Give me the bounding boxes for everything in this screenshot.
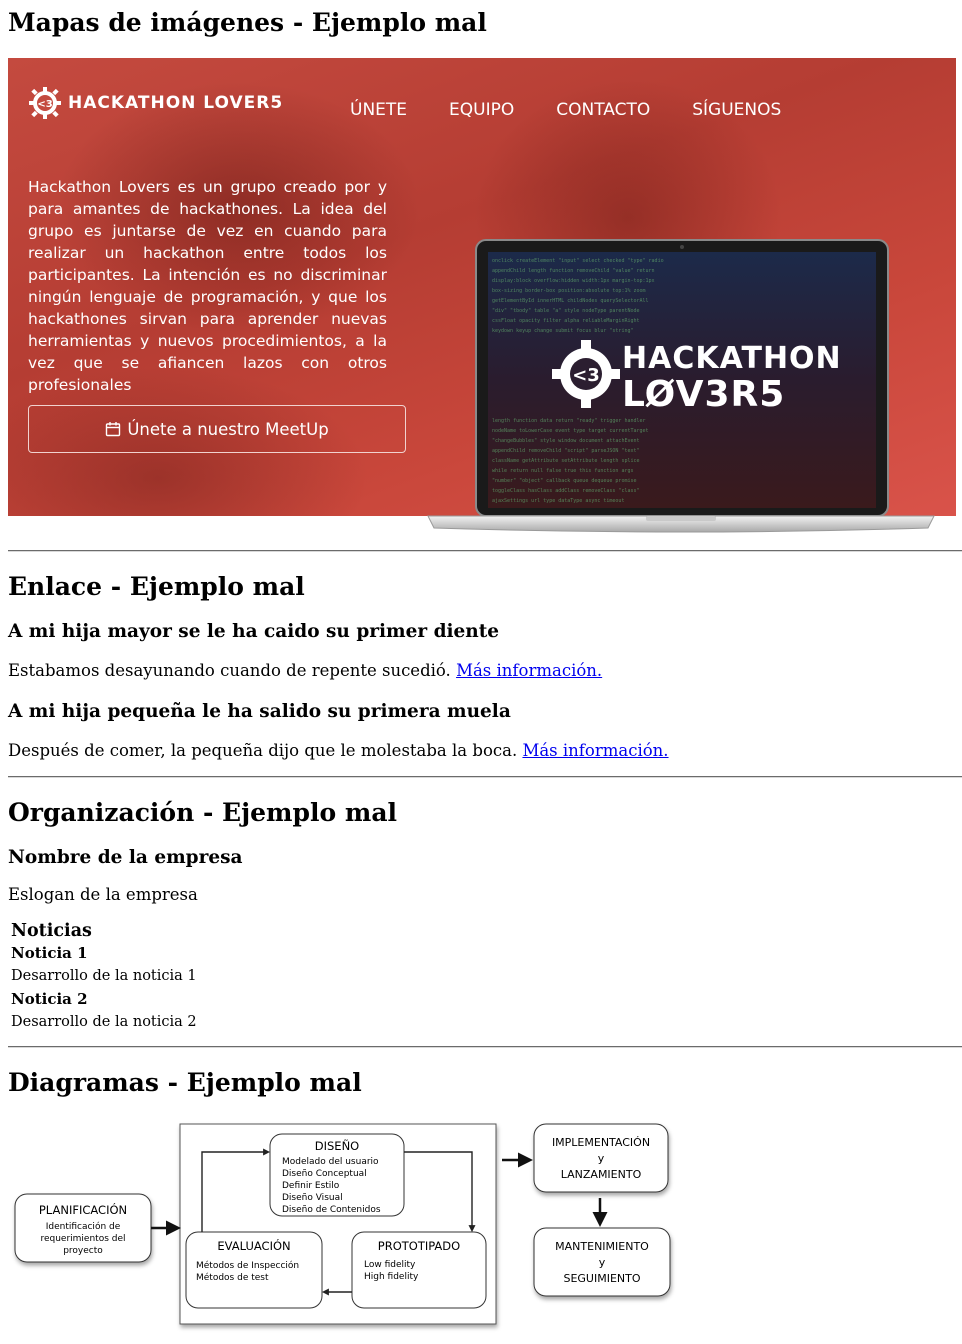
svg-text:"div" "tbody" table "a" st: "div" "tbody" table "a" style nodeType p…: [492, 308, 640, 314]
divider: [8, 776, 962, 778]
nav-siguenos[interactable]: SÍGUENOS: [692, 100, 781, 120]
article-2-title: A mi hija pequeña le ha salido su primer…: [8, 701, 511, 722]
company-name: Nombre de la empresa: [8, 847, 243, 868]
svg-text:cssFloat opacity filter alp: cssFloat opacity filter alpha reliableMa…: [492, 318, 640, 324]
company-slogan: Eslogan de la empresa: [8, 885, 198, 904]
prototipado-title: PROTOTIPADO: [378, 1239, 460, 1253]
mantenimiento-line-1: MANTENIMIENTO: [555, 1240, 649, 1253]
implementacion-line-2: y: [598, 1152, 605, 1165]
news-2-title: Noticia 2: [11, 990, 88, 1008]
news-block: Noticias Noticia 1 Desarrollo de la noti…: [8, 920, 954, 1034]
article-1-text: Estabamos desayunando cuando de repente …: [8, 660, 954, 682]
svg-text:"changeBubbles" style window: "changeBubbles" style window document at…: [492, 438, 640, 444]
article-2-text: Después de comer, la pequeña dijo que le…: [8, 740, 954, 762]
meetup-button[interactable]: Únete a nuestro MeetUp: [28, 405, 406, 453]
diseno-line-3: Definir Estilo: [282, 1181, 340, 1191]
news-1-body: Desarrollo de la noticia 1: [11, 968, 197, 984]
implementacion-line-1: IMPLEMENTACIÓN: [552, 1136, 650, 1149]
svg-text:ajaxSettings url type dataT: ajaxSettings url type dataType async tim…: [492, 498, 624, 504]
implementacion-line-3: LANZAMIENTO: [561, 1168, 642, 1181]
planificacion-title: PLANIFICACIÓN: [39, 1202, 127, 1217]
logo-badge: <3: [37, 99, 52, 110]
evaluacion-line-2: Métodos de test: [196, 1272, 269, 1283]
org-section-title: Organización - Ejemplo mal: [8, 798, 398, 827]
mantenimiento-box: MANTENIMIENTO y SEGUIMIENTO: [533, 1227, 671, 1297]
svg-text:nodeName toLowerCase event: nodeName toLowerCase event type target c…: [492, 428, 649, 434]
evaluacion-title: EVALUACIÓN: [217, 1238, 290, 1253]
gear-heart-icon: <3: [29, 87, 61, 119]
article-1-title: A mi hija mayor se le ha caido su primer…: [8, 621, 500, 642]
diagram-section-title: Diagramas - Ejemplo mal: [8, 1068, 362, 1097]
hero-description: Hackathon Lovers es un grupo creado por …: [28, 178, 387, 394]
svg-text:keydown keyup change submit: keydown keyup change submit focus blur "…: [492, 328, 633, 334]
prototipado-line-2: High fidelity: [364, 1272, 419, 1282]
planificacion-line-1: Identificación de: [46, 1221, 121, 1232]
prototipado-box: PROTOTIPADO Low fidelity High fidelity: [351, 1231, 487, 1309]
implementacion-box: IMPLEMENTACIÓN y LANZAMIENTO: [533, 1123, 669, 1193]
diseno-box: DISEÑO Modelado del usuario Diseño Conce…: [269, 1133, 405, 1217]
svg-text:appendChild length function: appendChild length function removeChild …: [492, 268, 655, 274]
article-2-more-link[interactable]: Más información.: [522, 741, 668, 760]
svg-text:"number" "object" callback: "number" "object" callback queue dequeue…: [492, 478, 637, 484]
news-title: Noticias: [11, 921, 92, 941]
article-1-more-link[interactable]: Más información.: [456, 661, 602, 680]
screen-logo-line2: LØV3R5: [622, 374, 785, 415]
screen-logo-line1: HACKATHON: [622, 341, 842, 376]
planificacion-line-2: requerimientos del: [40, 1234, 125, 1244]
evaluacion-box: EVALUACIÓN Métodos de Inspección Métodos…: [185, 1231, 323, 1309]
nav-equipo[interactable]: EQUIPO: [449, 100, 514, 120]
mantenimiento-line-2: y: [599, 1256, 606, 1269]
prototipado-line-1: Low fidelity: [364, 1260, 416, 1270]
news-2-body: Desarrollo de la noticia 2: [11, 1014, 197, 1030]
laptop-image: onclick createElement "input" select che…: [427, 239, 935, 533]
logo-text: HACKATHON LOVER5: [68, 93, 284, 113]
svg-text:display:block overflow:hidden: display:block overflow:hidden width:1px …: [492, 278, 655, 284]
divider: [8, 1046, 962, 1048]
diseno-line-4: Diseño Visual: [282, 1193, 343, 1203]
svg-text:box-sizing border-box positi: box-sizing border-box position:absolute …: [492, 288, 646, 294]
imagemap-section-title: Mapas de imágenes - Ejemplo mal: [8, 8, 487, 37]
svg-text:while return null false tr: while return null false true this functi…: [492, 468, 633, 474]
hero-nav: ÚNETE EQUIPO CONTACTO SÍGUENOS: [350, 100, 823, 120]
meetup-button-label: Únete a nuestro MeetUp: [127, 419, 329, 439]
evaluacion-line-1: Métodos de Inspección: [196, 1260, 299, 1271]
news-1-title: Noticia 1: [11, 944, 88, 962]
diseno-line-2: Diseño Conceptual: [282, 1169, 367, 1179]
svg-text:length function data return: length function data return "ready" trig…: [492, 418, 646, 424]
article-2-body: Después de comer, la pequeña dijo que le…: [8, 741, 518, 760]
diseno-line-5: Diseño de Contenidos: [282, 1205, 381, 1215]
diseno-title: DISEÑO: [315, 1138, 359, 1153]
process-diagram: PLANIFICACIÓN Identificación de requerim…: [14, 1123, 671, 1325]
screen-badge: <3: [572, 365, 600, 386]
hackathon-logo[interactable]: <3 HACKATHON LOVER5: [28, 86, 283, 120]
link-section-title: Enlace - Ejemplo mal: [8, 572, 305, 601]
svg-text:className getAttribute setAt: className getAttribute setAttribute leng…: [492, 458, 640, 464]
mantenimiento-line-3: SEGUIMIENTO: [563, 1272, 640, 1285]
svg-text:appendChild removeChild "scr: appendChild removeChild "script" parseJS…: [492, 448, 640, 454]
planificacion-line-3: proyecto: [63, 1246, 103, 1256]
svg-text:toggleClass hasClass addClas: toggleClass hasClass addClass removeClas…: [492, 488, 640, 494]
planificacion-box: PLANIFICACIÓN Identificación de requerim…: [14, 1193, 152, 1263]
article-1-body: Estabamos desayunando cuando de repente …: [8, 661, 451, 680]
svg-text:onclick createElement "input: onclick createElement "input" select che…: [492, 258, 664, 264]
diseno-line-1: Modelado del usuario: [282, 1157, 379, 1167]
nav-contacto[interactable]: CONTACTO: [556, 100, 650, 120]
calendar-icon: [106, 422, 121, 437]
hackathon-hero-banner: <3 HACKATHON LOVER5 ÚNETE EQUIPO CONTACT…: [8, 58, 956, 533]
svg-text:getElementById innerHTML chi: getElementById innerHTML childNodes quer…: [492, 298, 649, 304]
divider: [8, 550, 962, 552]
nav-unete[interactable]: ÚNETE: [350, 100, 407, 120]
